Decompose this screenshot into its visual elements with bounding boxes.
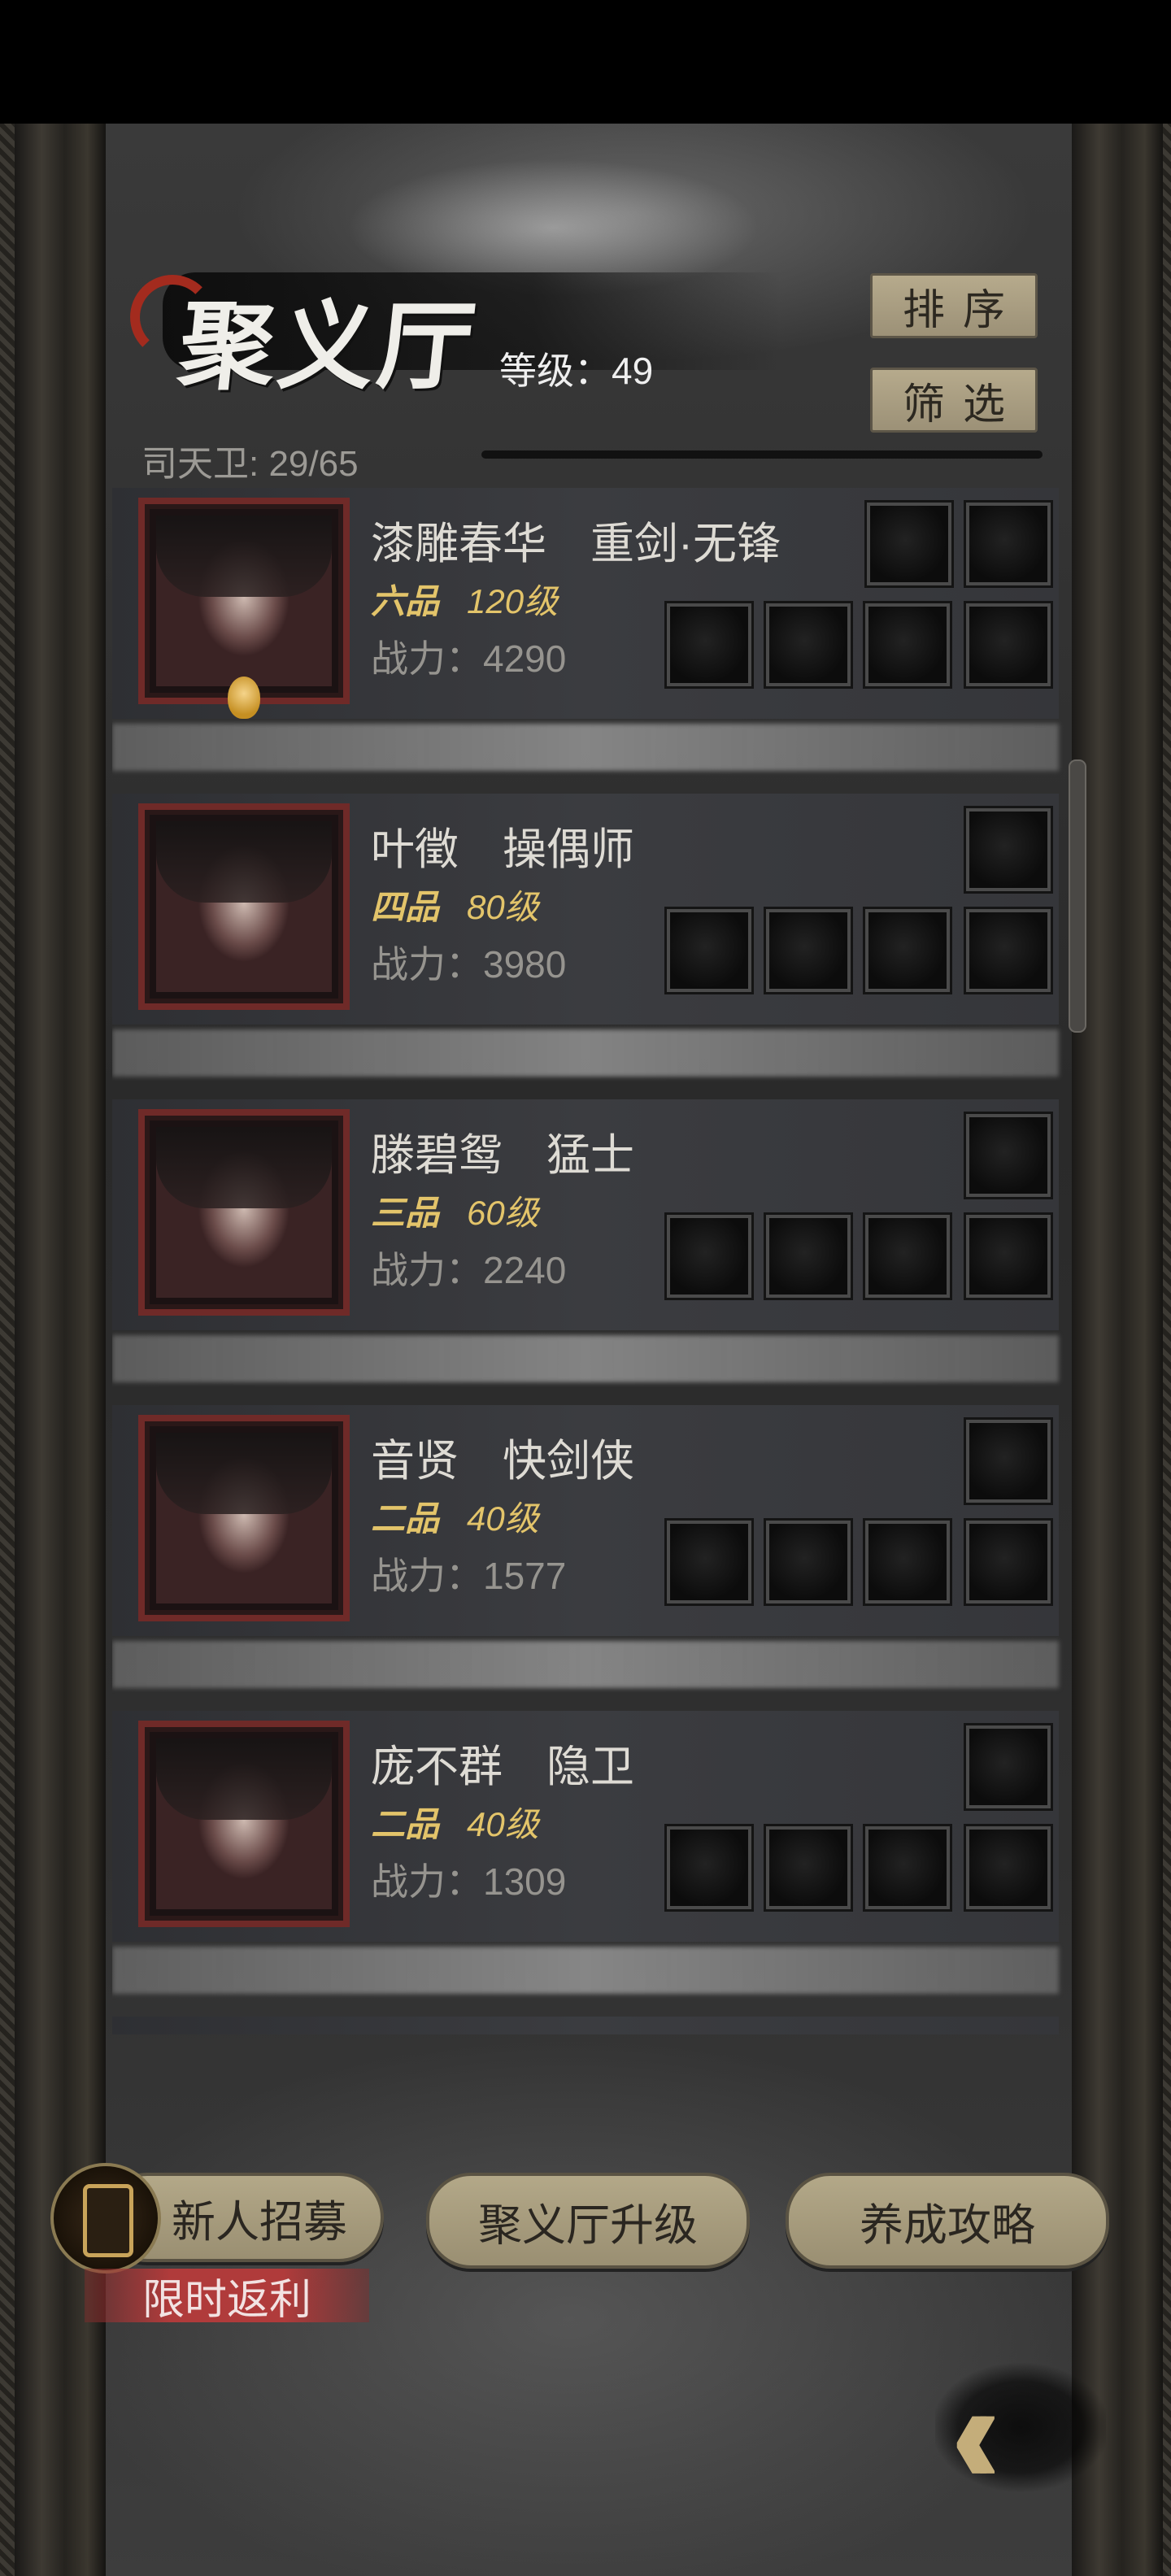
back-arrow-icon[interactable]: ‹‹ (951, 2349, 1000, 2518)
hero-card[interactable]: 叶徵 操偶师四品 80级战力：3980 (112, 794, 1059, 1025)
hero-portrait-buns[interactable] (138, 1109, 350, 1316)
hero-rank-grade: 三品 (371, 1194, 440, 1232)
status-bar (0, 0, 1171, 124)
card-separator (112, 1029, 1059, 1077)
equipment-slot[interactable] (964, 1723, 1053, 1811)
left-frame-edge (0, 124, 15, 2576)
hero-rank: 二品 40级 (371, 1797, 539, 1847)
hall-level: 等级：49 (499, 350, 654, 392)
card-separator (112, 1641, 1059, 1688)
sort-button[interactable]: 排序 (870, 273, 1038, 338)
hero-list[interactable]: 漆雕春华 重剑·无锋六品 120级战力：4290 叶徵 操偶师四品 80级战力：398… (112, 480, 1064, 2034)
hero-rank: 四品 80级 (371, 880, 539, 929)
hero-power: 战力：2240 (371, 1249, 567, 1291)
hero-power: 战力：1309 (371, 1860, 567, 1903)
hero-level: 40级 (467, 1805, 539, 1843)
filter-button[interactable]: 筛选 (870, 368, 1038, 433)
skill-slot[interactable] (764, 1212, 853, 1300)
skill-slot[interactable] (764, 601, 853, 689)
equipment-slot[interactable] (964, 806, 1053, 894)
training-guide-button[interactable]: 养成攻略 (786, 2173, 1109, 2269)
hero-portrait-straw-hat[interactable] (138, 498, 350, 704)
skill-slot[interactable] (964, 1824, 1053, 1912)
equipment-slot[interactable] (964, 500, 1053, 588)
skill-slot[interactable] (964, 1212, 1053, 1300)
skill-slot[interactable] (664, 601, 754, 689)
card-separator (112, 1947, 1059, 1994)
recruit-token-icon[interactable] (50, 2163, 161, 2274)
hero-card[interactable]: 庞不群 隐卫二品 40级战力：1309 (112, 1711, 1059, 1942)
card-separator (112, 724, 1059, 771)
hero-name: 庞不群 隐卫 (371, 1743, 634, 1791)
hall-upgrade-button[interactable]: 聚义厅升级 (426, 2173, 750, 2269)
hero-portrait-cat-ears[interactable] (138, 803, 350, 1010)
skill-slot[interactable] (964, 907, 1053, 994)
hero-rank: 三品 60级 (371, 1186, 539, 1235)
skill-slot[interactable] (664, 1212, 754, 1300)
promo-badge[interactable]: 限时返利 (85, 2269, 369, 2324)
hero-name: 叶徵 操偶师 (371, 825, 634, 874)
skill-slot[interactable] (964, 601, 1053, 689)
hero-name: 漆雕春华 重剑·无锋 (371, 520, 781, 568)
hero-card[interactable]: 滕碧鸳 猛士三品 60级战力：2240 (112, 1099, 1059, 1330)
skill-slot[interactable] (764, 1518, 853, 1606)
skill-slot[interactable] (764, 907, 853, 994)
hero-name: 音贤 快剑侠 (371, 1437, 634, 1486)
hero-card-partial[interactable] (112, 2017, 1059, 2034)
hero-portrait-white-hair[interactable] (138, 1415, 350, 1621)
card-separator (112, 1335, 1059, 1382)
skill-slot[interactable] (664, 907, 754, 994)
list-scrollbar[interactable] (1069, 759, 1086, 1033)
hero-power: 战力：4290 (371, 637, 567, 680)
guard-progress-track (481, 450, 1043, 459)
equipment-slot[interactable] (964, 1112, 1053, 1199)
hero-card[interactable]: 漆雕春华 重剑·无锋六品 120级战力：4290 (112, 488, 1059, 719)
hero-rank-grade: 四品 (371, 888, 440, 926)
equipment-slot[interactable] (864, 500, 954, 588)
skill-slot[interactable] (863, 1824, 952, 1912)
hero-level: 60级 (467, 1194, 539, 1232)
guard-count: 司天卫: 29/65 (141, 444, 359, 484)
skill-slot[interactable] (863, 1212, 952, 1300)
hero-rank: 二品 40级 (371, 1491, 539, 1541)
hero-level: 120级 (467, 582, 559, 620)
hero-level: 80级 (467, 888, 539, 926)
hero-name: 滕碧鸳 猛士 (371, 1131, 634, 1180)
hero-rank-grade: 二品 (371, 1805, 440, 1843)
medal-icon (228, 677, 260, 719)
recruit-label: 新人招募 (172, 2197, 347, 2247)
hero-power: 战力：1577 (371, 1555, 567, 1597)
hero-card[interactable]: 音贤 快剑侠二品 40级战力：1577 (112, 1405, 1059, 1636)
hero-rank-grade: 六品 (371, 582, 440, 620)
hero-portrait-blindfold[interactable] (138, 1721, 350, 1927)
skill-slot[interactable] (863, 1518, 952, 1606)
page-title: 聚义厅 (173, 289, 484, 402)
skill-slot[interactable] (664, 1824, 754, 1912)
hero-rank-grade: 二品 (371, 1499, 440, 1538)
hero-rank: 六品 120级 (371, 574, 558, 624)
equipment-slot[interactable] (964, 1417, 1053, 1505)
skill-slot[interactable] (764, 1824, 853, 1912)
skill-slot[interactable] (863, 907, 952, 994)
hero-power: 战力：3980 (371, 943, 567, 986)
skill-slot[interactable] (863, 601, 952, 689)
skill-slot[interactable] (964, 1518, 1053, 1606)
hero-level: 40级 (467, 1499, 539, 1538)
skill-slot[interactable] (664, 1518, 754, 1606)
